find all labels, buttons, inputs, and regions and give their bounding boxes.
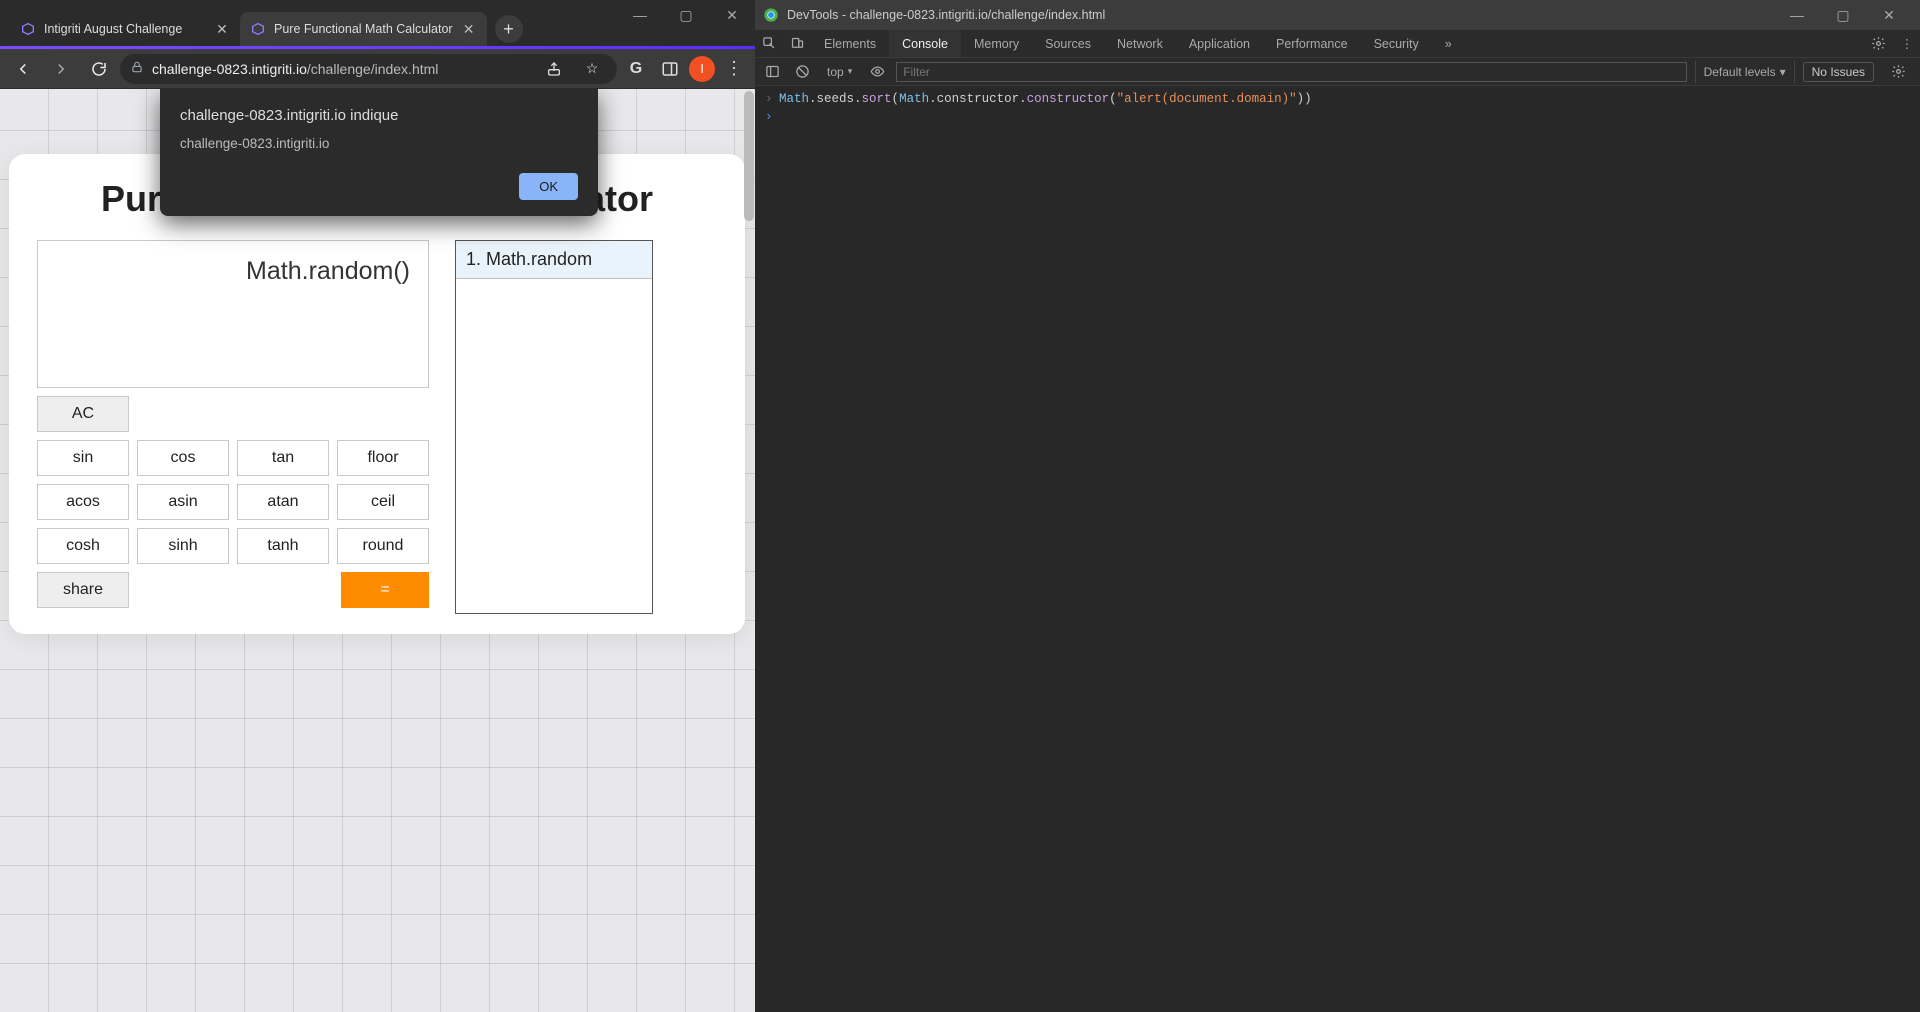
page-viewport: Pure Functional Math Calculator Math.ran… xyxy=(0,89,755,1012)
round-button[interactable]: round xyxy=(337,528,429,564)
maximize-button[interactable]: ▢ xyxy=(663,0,709,30)
url-path: /challenge/index.html xyxy=(307,61,439,77)
levels-label: Default levels xyxy=(1704,65,1776,79)
tab-console[interactable]: Console xyxy=(889,30,961,57)
tab-application[interactable]: Application xyxy=(1176,30,1263,57)
browser-window: Intigriti August Challenge ✕ Pure Functi… xyxy=(0,0,755,1012)
cosh-button[interactable]: cosh xyxy=(37,528,129,564)
calculator-body: Math.random() AC sin cos tan floor xyxy=(37,240,717,614)
tanh-button[interactable]: tanh xyxy=(237,528,329,564)
tab-security[interactable]: Security xyxy=(1361,30,1432,57)
context-selector[interactable]: top ▾ xyxy=(821,63,858,81)
tab-network[interactable]: Network xyxy=(1104,30,1176,57)
intigriti-favicon-icon xyxy=(20,21,36,37)
tab-elements[interactable]: Elements xyxy=(811,30,889,57)
sin-button[interactable]: sin xyxy=(37,440,129,476)
sinh-button[interactable]: sinh xyxy=(137,528,229,564)
devtools-titlebar: DevTools - challenge-0823.intigriti.io/c… xyxy=(755,0,1920,30)
devtools-settings-icon[interactable] xyxy=(1862,30,1894,57)
devtools-maximize-button[interactable]: ▢ xyxy=(1820,0,1866,30)
intigriti-favicon-icon xyxy=(250,21,266,37)
tab-close-icon[interactable]: ✕ xyxy=(461,21,477,37)
tab-calculator[interactable]: Pure Functional Math Calculator ✕ xyxy=(240,12,487,46)
profile-avatar[interactable]: I xyxy=(689,56,715,82)
forward-button[interactable] xyxy=(44,52,78,86)
device-toolbar-icon[interactable] xyxy=(783,30,811,57)
atan-button[interactable]: atan xyxy=(237,484,329,520)
dialog-ok-button[interactable]: OK xyxy=(519,173,578,200)
tab-title: Pure Functional Math Calculator xyxy=(274,22,453,36)
close-window-button[interactable]: ✕ xyxy=(709,0,755,30)
lock-icon xyxy=(130,60,144,77)
ac-button[interactable]: AC xyxy=(37,396,129,432)
address-bar: challenge-0823.intigriti.io/challenge/in… xyxy=(0,49,755,89)
vertical-scrollbar[interactable] xyxy=(744,91,754,221)
google-account-icon[interactable]: G xyxy=(621,54,651,84)
console-input-line: ›Math.seeds.sort(Math.constructor.constr… xyxy=(755,90,1920,108)
log-levels-selector[interactable]: Default levels ▾ xyxy=(1695,61,1795,83)
devtools-minimize-button[interactable]: — xyxy=(1774,0,1820,30)
dialog-origin: challenge-0823.intigriti.io indique xyxy=(180,107,578,124)
cos-button[interactable]: cos xyxy=(137,440,229,476)
url-box[interactable]: challenge-0823.intigriti.io/challenge/in… xyxy=(120,54,617,84)
tab-strip: Intigriti August Challenge ✕ Pure Functi… xyxy=(0,0,755,46)
back-button[interactable] xyxy=(6,52,40,86)
bookmark-star-icon[interactable]: ☆ xyxy=(577,54,607,84)
calculator-card: Pure Functional Math Calculator Math.ran… xyxy=(9,154,745,634)
tab-title: Intigriti August Challenge xyxy=(44,22,206,36)
inspect-element-icon[interactable] xyxy=(755,30,783,57)
issues-badge[interactable]: No Issues xyxy=(1803,62,1874,82)
chrome-icon xyxy=(763,7,779,23)
javascript-alert-dialog: challenge-0823.intigriti.io indique chal… xyxy=(160,89,598,216)
console-toolbar: top ▾ Default levels ▾ No Issues xyxy=(755,58,1920,86)
equals-button[interactable]: = xyxy=(341,572,429,608)
window-controls: — ▢ ✕ xyxy=(617,0,755,30)
tab-intigriti-challenge[interactable]: Intigriti August Challenge ✕ xyxy=(10,12,240,46)
devtools-menu-button[interactable]: ⋮ xyxy=(1894,30,1920,57)
new-tab-button[interactable]: + xyxy=(495,15,523,43)
clear-console-icon[interactable] xyxy=(791,61,813,83)
acos-button[interactable]: acos xyxy=(37,484,129,520)
share-button[interactable]: share xyxy=(37,572,129,608)
reload-button[interactable] xyxy=(82,52,116,86)
browser-menu-button[interactable]: ⋮ xyxy=(719,58,749,79)
tan-button[interactable]: tan xyxy=(237,440,329,476)
chevron-right-icon: › xyxy=(765,110,779,124)
url-domain: challenge-0823.intigriti.io xyxy=(152,61,307,77)
side-panel-icon[interactable] xyxy=(655,54,685,84)
console-output[interactable]: ›Math.seeds.sort(Math.constructor.constr… xyxy=(755,86,1920,1012)
floor-button[interactable]: floor xyxy=(337,440,429,476)
console-settings-icon[interactable] xyxy=(1882,64,1914,79)
tab-memory[interactable]: Memory xyxy=(961,30,1032,57)
ceil-button[interactable]: ceil xyxy=(337,484,429,520)
tab-performance[interactable]: Performance xyxy=(1263,30,1361,57)
devtools-window: DevTools - challenge-0823.intigriti.io/c… xyxy=(755,0,1920,1012)
console-filter-input[interactable] xyxy=(896,62,1686,82)
tab-close-icon[interactable]: ✕ xyxy=(214,21,230,37)
chevron-right-icon: › xyxy=(765,92,779,106)
history-item[interactable]: 1. Math.random xyxy=(456,241,652,279)
console-sidebar-toggle-icon[interactable] xyxy=(761,61,783,83)
calculator-left: Math.random() AC sin cos tan floor xyxy=(37,240,429,614)
devtools-title: DevTools - challenge-0823.intigriti.io/c… xyxy=(787,8,1766,22)
live-expression-icon[interactable] xyxy=(866,61,888,83)
chevron-down-icon: ▾ xyxy=(1780,65,1786,79)
minimize-button[interactable]: — xyxy=(617,0,663,30)
dialog-message: challenge-0823.intigriti.io xyxy=(180,136,578,151)
share-icon[interactable] xyxy=(539,54,569,84)
history-panel: 1. Math.random xyxy=(455,240,653,614)
devtools-close-button[interactable]: ✕ xyxy=(1866,0,1912,30)
tabs-overflow-button[interactable]: » xyxy=(1432,30,1465,57)
devtools-tabbar: Elements Console Memory Sources Network … xyxy=(755,30,1920,58)
tab-sources[interactable]: Sources xyxy=(1032,30,1104,57)
asin-button[interactable]: asin xyxy=(137,484,229,520)
chevron-down-icon: ▾ xyxy=(848,66,853,77)
console-prompt[interactable]: › xyxy=(755,108,1920,126)
url-text: challenge-0823.intigriti.io/challenge/in… xyxy=(152,61,531,77)
context-label: top xyxy=(827,65,844,79)
calculator-display: Math.random() xyxy=(37,240,429,388)
